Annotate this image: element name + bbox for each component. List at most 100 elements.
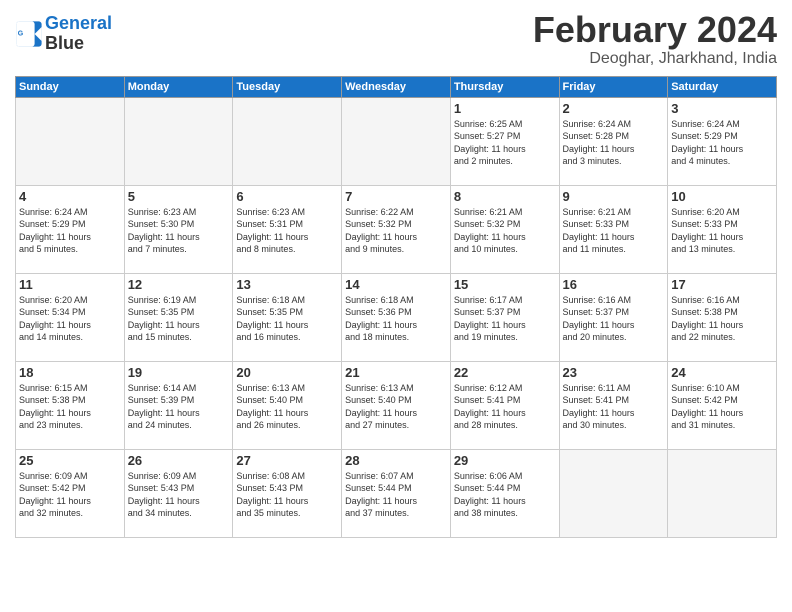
day-number: 14 [345, 277, 447, 292]
calendar-cell: 2 Sunrise: 6:24 AM Sunset: 5:28 PM Daylig… [559, 97, 668, 185]
day-number: 21 [345, 365, 447, 380]
day-number: 28 [345, 453, 447, 468]
day-info: Sunrise: 6:17 AM Sunset: 5:37 PM Dayligh… [454, 294, 556, 344]
calendar-cell: 14Sunrise: 6:18 AM Sunset: 5:36 PM Dayli… [342, 273, 451, 361]
calendar-week-3: 11 Sunrise: 6:20 AM Sunset: 5:34 PM Dayli… [16, 273, 777, 361]
day-info: Sunrise: 6:08 AM Sunset: 5:43 PM Dayligh… [236, 470, 338, 520]
day-number: 11 [19, 277, 121, 292]
calendar-week-4: 18 Sunrise: 6:15 AM Sunset: 5:38 PM Dayli… [16, 361, 777, 449]
header-row: Sunday Monday Tuesday Wednesday Thursday… [16, 76, 777, 97]
svg-text:G: G [18, 30, 24, 37]
calendar-cell: 8 Sunrise: 6:21 AM Sunset: 5:32 PM Daylig… [450, 185, 559, 273]
day-info: Sunrise: 6:13 AM Sunset: 5:40 PM Dayligh… [345, 382, 447, 432]
day-info: Sunrise: 6:09 AM Sunset: 5:43 PM Dayligh… [128, 470, 230, 520]
day-info: Sunrise: 6:09 AM Sunset: 5:42 PM Dayligh… [19, 470, 121, 520]
logo-icon: G [15, 20, 43, 48]
logo: G General Blue [15, 14, 112, 54]
calendar-cell: 25 Sunrise: 6:09 AM Sunset: 5:42 PM Dayli… [16, 449, 125, 537]
calendar-cell: 3Sunrise: 6:24 AM Sunset: 5:29 PM Daylig… [668, 97, 777, 185]
col-wednesday: Wednesday [342, 76, 451, 97]
day-number: 29 [454, 453, 556, 468]
day-info: Sunrise: 6:11 AM Sunset: 5:41 PM Dayligh… [563, 382, 665, 432]
day-number: 25 [19, 453, 121, 468]
title-block: February 2024 Deoghar, Jharkhand, India [533, 10, 777, 68]
day-number: 26 [128, 453, 230, 468]
day-number: 7 [345, 189, 447, 204]
day-info: Sunrise: 6:10 AM Sunset: 5:42 PM Dayligh… [671, 382, 773, 432]
day-info: Sunrise: 6:21 AM Sunset: 5:32 PM Dayligh… [454, 206, 556, 256]
calendar-week-5: 25 Sunrise: 6:09 AM Sunset: 5:42 PM Dayli… [16, 449, 777, 537]
day-info: Sunrise: 6:07 AM Sunset: 5:44 PM Dayligh… [345, 470, 447, 520]
day-number: 24 [671, 365, 773, 380]
day-info: Sunrise: 6:22 AM Sunset: 5:32 PM Dayligh… [345, 206, 447, 256]
calendar-cell: 19 Sunrise: 6:14 AM Sunset: 5:39 PM Dayli… [124, 361, 233, 449]
col-saturday: Saturday [668, 76, 777, 97]
day-info: Sunrise: 6:23 AM Sunset: 5:31 PM Dayligh… [236, 206, 338, 256]
day-info: Sunrise: 6:06 AM Sunset: 5:44 PM Dayligh… [454, 470, 556, 520]
day-number: 5 [128, 189, 230, 204]
day-number: 13 [236, 277, 338, 292]
day-info: Sunrise: 6:24 AM Sunset: 5:29 PM Dayligh… [19, 206, 121, 256]
day-info: Sunrise: 6:20 AM Sunset: 5:33 PM Dayligh… [671, 206, 773, 256]
calendar-cell [233, 97, 342, 185]
day-number: 6 [236, 189, 338, 204]
day-number: 1 [454, 101, 556, 116]
day-info: Sunrise: 6:16 AM Sunset: 5:37 PM Dayligh… [563, 294, 665, 344]
calendar-cell: 7 Sunrise: 6:22 AM Sunset: 5:32 PM Daylig… [342, 185, 451, 273]
col-thursday: Thursday [450, 76, 559, 97]
day-number: 15 [454, 277, 556, 292]
day-number: 8 [454, 189, 556, 204]
day-info: Sunrise: 6:23 AM Sunset: 5:30 PM Dayligh… [128, 206, 230, 256]
day-number: 22 [454, 365, 556, 380]
calendar-week-2: 4 Sunrise: 6:24 AM Sunset: 5:29 PM Daylig… [16, 185, 777, 273]
col-monday: Monday [124, 76, 233, 97]
day-number: 10 [671, 189, 773, 204]
calendar-cell: 11 Sunrise: 6:20 AM Sunset: 5:34 PM Dayli… [16, 273, 125, 361]
day-info: Sunrise: 6:18 AM Sunset: 5:35 PM Dayligh… [236, 294, 338, 344]
calendar-cell: 28 Sunrise: 6:07 AM Sunset: 5:44 PM Dayli… [342, 449, 451, 537]
day-info: Sunrise: 6:16 AM Sunset: 5:38 PM Dayligh… [671, 294, 773, 344]
calendar-cell: 13 Sunrise: 6:18 AM Sunset: 5:35 PM Dayli… [233, 273, 342, 361]
day-number: 2 [563, 101, 665, 116]
day-number: 23 [563, 365, 665, 380]
day-number: 27 [236, 453, 338, 468]
calendar-cell [16, 97, 125, 185]
calendar-cell: 26 Sunrise: 6:09 AM Sunset: 5:43 PM Dayli… [124, 449, 233, 537]
calendar-cell: 24 Sunrise: 6:10 AM Sunset: 5:42 PM Dayli… [668, 361, 777, 449]
calendar-cell: 18 Sunrise: 6:15 AM Sunset: 5:38 PM Dayli… [16, 361, 125, 449]
day-info: Sunrise: 6:20 AM Sunset: 5:34 PM Dayligh… [19, 294, 121, 344]
col-sunday: Sunday [16, 76, 125, 97]
day-info: Sunrise: 6:15 AM Sunset: 5:38 PM Dayligh… [19, 382, 121, 432]
calendar-cell [342, 97, 451, 185]
calendar-cell: 6 Sunrise: 6:23 AM Sunset: 5:31 PM Daylig… [233, 185, 342, 273]
calendar-cell: 22 Sunrise: 6:12 AM Sunset: 5:41 PM Dayli… [450, 361, 559, 449]
day-info: Sunrise: 6:25 AM Sunset: 5:27 PM Dayligh… [454, 118, 556, 168]
calendar-cell: 23 Sunrise: 6:11 AM Sunset: 5:41 PM Dayli… [559, 361, 668, 449]
calendar-cell: 12Sunrise: 6:19 AM Sunset: 5:35 PM Dayli… [124, 273, 233, 361]
calendar-cell: 1 Sunrise: 6:25 AM Sunset: 5:27 PM Daylig… [450, 97, 559, 185]
calendar-cell: 20Sunrise: 6:13 AM Sunset: 5:40 PM Dayli… [233, 361, 342, 449]
calendar-cell: 9Sunrise: 6:21 AM Sunset: 5:33 PM Daylig… [559, 185, 668, 273]
calendar-cell [559, 449, 668, 537]
calendar-cell: 10 Sunrise: 6:20 AM Sunset: 5:33 PM Dayli… [668, 185, 777, 273]
day-info: Sunrise: 6:12 AM Sunset: 5:41 PM Dayligh… [454, 382, 556, 432]
logo-text: General Blue [45, 14, 112, 54]
calendar-cell: 16 Sunrise: 6:16 AM Sunset: 5:37 PM Dayli… [559, 273, 668, 361]
calendar-table: Sunday Monday Tuesday Wednesday Thursday… [15, 76, 777, 538]
day-info: Sunrise: 6:19 AM Sunset: 5:35 PM Dayligh… [128, 294, 230, 344]
day-info: Sunrise: 6:21 AM Sunset: 5:33 PM Dayligh… [563, 206, 665, 256]
day-number: 4 [19, 189, 121, 204]
day-info: Sunrise: 6:14 AM Sunset: 5:39 PM Dayligh… [128, 382, 230, 432]
calendar-cell: 4 Sunrise: 6:24 AM Sunset: 5:29 PM Daylig… [16, 185, 125, 273]
day-number: 18 [19, 365, 121, 380]
calendar-cell [668, 449, 777, 537]
calendar-week-1: 1 Sunrise: 6:25 AM Sunset: 5:27 PM Daylig… [16, 97, 777, 185]
day-number: 16 [563, 277, 665, 292]
day-number: 19 [128, 365, 230, 380]
page: G General Blue February 2024 Deoghar, Jh… [0, 0, 792, 612]
day-info: Sunrise: 6:24 AM Sunset: 5:28 PM Dayligh… [563, 118, 665, 168]
calendar-cell: 27 Sunrise: 6:08 AM Sunset: 5:43 PM Dayli… [233, 449, 342, 537]
subtitle: Deoghar, Jharkhand, India [533, 50, 777, 68]
col-friday: Friday [559, 76, 668, 97]
col-tuesday: Tuesday [233, 76, 342, 97]
